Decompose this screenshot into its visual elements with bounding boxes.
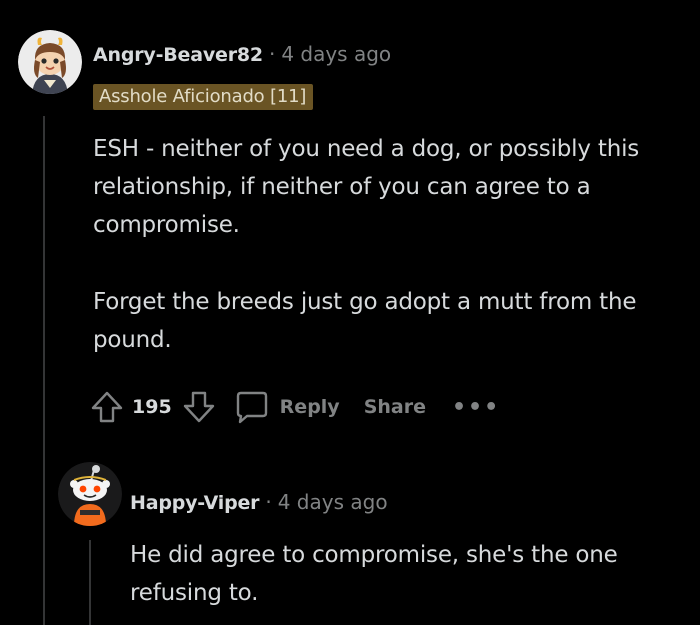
comment-timestamp[interactable]: 4 days ago <box>278 490 388 514</box>
downvote-arrow-icon <box>183 391 214 423</box>
thread-line[interactable] <box>43 116 45 625</box>
comment-body-paragraph: Forget the breeds just go adopt a mutt f… <box>93 289 637 353</box>
comment-meta: Angry-Beaver82 · 4 days ago <box>93 42 391 66</box>
meta-separator: · <box>265 490 272 514</box>
comment-body-paragraph: ESH - neither of you need a dog, or poss… <box>93 136 640 238</box>
upvote-arrow-icon <box>91 391 123 423</box>
avatar[interactable] <box>58 462 122 526</box>
avatar[interactable] <box>18 30 82 94</box>
comment-author[interactable]: Happy-Viper <box>130 492 260 514</box>
avatar-snoo-icon <box>58 462 122 526</box>
comment-author[interactable]: Angry-Beaver82 <box>93 44 263 66</box>
vote-count: 195 <box>132 396 172 418</box>
comment-meta: Happy-Viper · 4 days ago <box>130 490 388 514</box>
reply-label: Reply <box>279 396 340 418</box>
comment-actions: 195 Reply Share ••• <box>88 386 500 428</box>
comment-body-paragraph: He did agree to compromise, she's the on… <box>130 542 618 606</box>
avatar-beaver-icon <box>18 30 82 94</box>
speech-bubble-icon <box>236 391 267 424</box>
upvote-button[interactable] <box>88 388 126 426</box>
comment-timestamp[interactable]: 4 days ago <box>281 42 391 66</box>
user-flair: Asshole Aficionado [11] <box>93 84 314 110</box>
downvote-button[interactable] <box>180 388 218 426</box>
more-options-button[interactable]: ••• <box>452 395 500 420</box>
reply-button[interactable]: Reply <box>232 388 340 426</box>
thread-line[interactable] <box>89 540 91 625</box>
meta-separator: · <box>268 42 276 66</box>
share-button[interactable]: Share <box>364 396 426 418</box>
